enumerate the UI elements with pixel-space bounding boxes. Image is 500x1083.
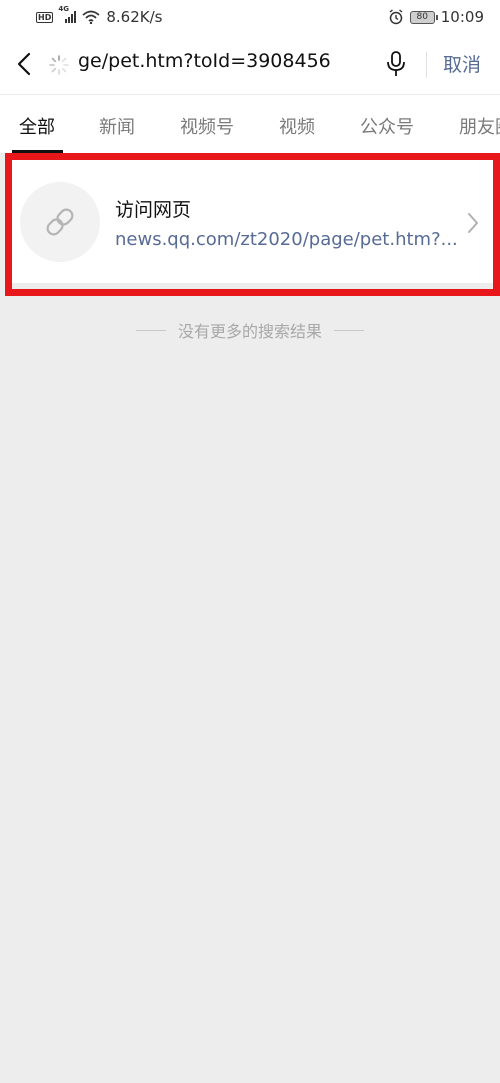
chevron-right-icon [468, 213, 478, 233]
network-speed: 8.62K/s [106, 8, 163, 26]
link-icon [20, 182, 100, 262]
divider-right [334, 329, 364, 331]
tab-channels[interactable]: 视频号 [180, 113, 234, 139]
alarm-icon [389, 9, 403, 25]
search-bar: ge/pet.htm?toId=3908456 取消 [0, 34, 500, 94]
active-tab-indicator [12, 150, 63, 153]
back-arrow-icon[interactable] [14, 51, 36, 77]
search-input[interactable]: ge/pet.htm?toId=3908456 [78, 50, 331, 72]
result-url[interactable]: news.qq.com/zt2020/page/pet.htm?... [115, 229, 458, 250]
no-more-results-text: 没有更多的搜索结果 [177, 322, 322, 341]
hd-icon: HD [36, 11, 54, 23]
loading-spinner-icon [49, 55, 69, 75]
status-bar: HD 4G 8.62K/s 80 10:09 [0, 0, 500, 34]
tab-official-accounts[interactable]: 公众号 [360, 113, 414, 139]
cancel-button[interactable]: 取消 [443, 50, 481, 77]
no-more-results: 没有更多的搜索结果 [0, 318, 500, 342]
tab-moments[interactable]: 朋友圈 [459, 113, 500, 139]
signal-icon: 4G [58, 5, 77, 23]
clock: 10:09 [440, 8, 484, 26]
category-tabs: 全部 新闻 视频号 视频 公众号 朋友圈 [0, 94, 500, 153]
result-title: 访问网页 [115, 199, 192, 221]
microphone-icon[interactable] [384, 50, 408, 78]
tab-all[interactable]: 全部 [19, 113, 55, 139]
wifi-icon [82, 10, 100, 24]
tab-news[interactable]: 新闻 [99, 113, 135, 139]
divider-left [135, 329, 166, 331]
tab-videos[interactable]: 视频 [279, 113, 315, 139]
card-separator [12, 283, 495, 289]
search-divider [426, 52, 427, 78]
battery-icon: 80 [409, 10, 438, 24]
